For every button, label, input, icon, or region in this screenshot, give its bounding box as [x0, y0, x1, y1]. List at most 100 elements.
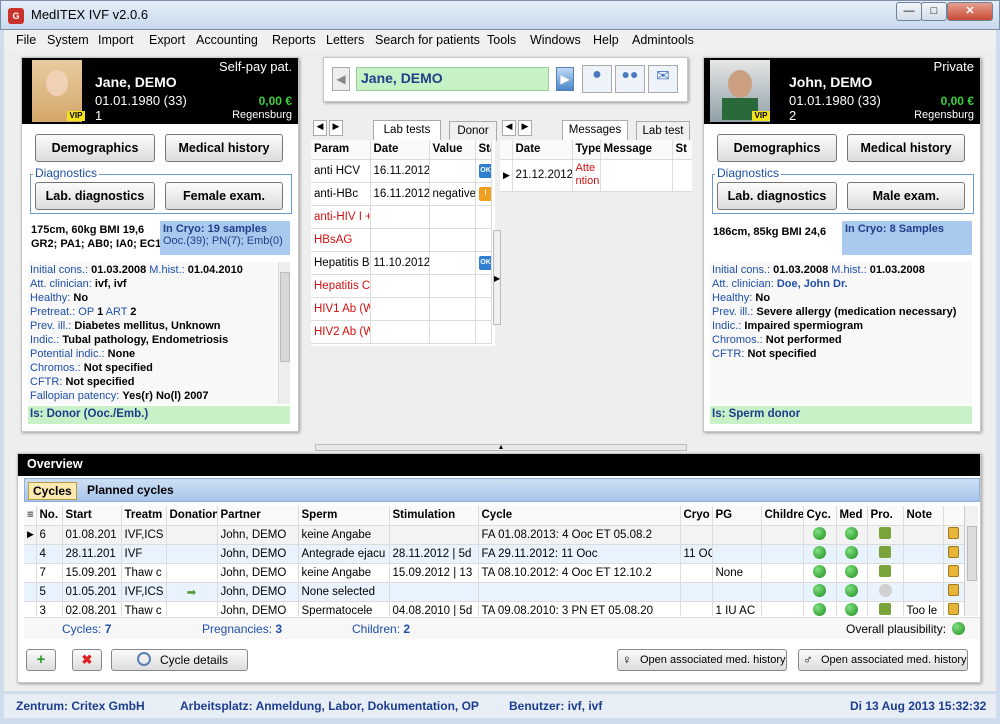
female-exam-button[interactable]: Female exam.	[165, 182, 283, 210]
grid-options-icon[interactable]: ≡	[24, 506, 37, 526]
menu-reports[interactable]: Reports	[272, 33, 316, 47]
cycle-lock[interactable]	[943, 544, 964, 564]
menu-export[interactable]: Export	[149, 33, 185, 47]
delete-cycle-button[interactable]: ✖	[72, 649, 102, 671]
menu-windows[interactable]: Windows	[530, 33, 581, 47]
close-button[interactable]: ✕	[947, 2, 993, 21]
male-exam-button[interactable]: Male exam.	[847, 182, 965, 210]
msg-tab-scroll-left[interactable]: ◀	[502, 120, 516, 136]
lab-row[interactable]: anti HCV 16.11.2012 OK	[311, 159, 492, 183]
menu-system[interactable]: System	[47, 33, 89, 47]
minimize-button[interactable]: —	[896, 2, 922, 21]
maximize-button[interactable]: □	[921, 2, 947, 21]
next-patient-button[interactable]: ▶	[556, 67, 574, 91]
splitter-handle[interactable]: ▶	[493, 230, 501, 325]
lock-icon[interactable]	[948, 565, 959, 577]
menu-letters[interactable]: Letters	[326, 33, 364, 47]
lab-row[interactable]: HIV2 Ab (W	[311, 320, 492, 344]
menu-file[interactable]: File	[16, 33, 36, 47]
cycle-header-cryo[interactable]: Cryo	[680, 506, 713, 526]
cycle-row[interactable]: 5 01.05.201 IVF,ICS ➡ John, DEMO None selecte…	[24, 582, 964, 602]
cycle-details-button[interactable]: Cycle details	[111, 649, 248, 671]
cycle-row[interactable]: 7 15.09.201 Thaw c John, DEMO keine Angabe 15…	[24, 563, 964, 583]
menu-tools[interactable]: Tools	[487, 33, 516, 47]
lab-row[interactable]: anti-HIV I +	[311, 205, 492, 229]
cycle-header-treatm[interactable]: Treatm	[121, 506, 167, 526]
medical-history-button[interactable]: Medical history	[165, 134, 283, 162]
cycle-row[interactable]: 3 02.08.201 Thaw c John, DEMO Spermatocele 04…	[24, 601, 964, 616]
cycle-header-med[interactable]: Med	[836, 506, 868, 526]
msg-header-type[interactable]: Type	[572, 140, 601, 160]
cycle-lock[interactable]	[943, 582, 964, 602]
lab-header-status[interactable]: Sta	[475, 140, 492, 160]
cycle-header-no[interactable]: No.	[36, 506, 63, 526]
lab-diagnostics-button[interactable]: Lab. diagnostics	[35, 182, 155, 210]
tab-donor[interactable]: Donor	[449, 121, 497, 141]
msg-header-date[interactable]: Date	[512, 140, 573, 160]
cycle-row[interactable]: 4 28.11.201 IVF John, DEMO Antegrade ejacu 28…	[24, 544, 964, 564]
prev-patient-button[interactable]: ◀	[332, 67, 350, 91]
msg-header-status[interactable]: St	[672, 140, 692, 160]
lab-row[interactable]: HIV1 Ab (W	[311, 297, 492, 321]
msg-tab-scroll-right[interactable]: ▶	[518, 120, 532, 136]
cycle-header-stimulation[interactable]: Stimulation	[389, 506, 479, 526]
tab-cycles[interactable]: Cycles	[28, 482, 77, 500]
demographics-button[interactable]: Demographics	[717, 134, 837, 162]
lab-header-date[interactable]: Date	[370, 140, 430, 160]
menu-help[interactable]: Help	[593, 33, 619, 47]
menu-accounting[interactable]: Accounting	[196, 33, 258, 47]
cycle-header-lock[interactable]	[943, 506, 964, 526]
cycle-header-donation[interactable]: Donation	[166, 506, 218, 526]
msg-header-message[interactable]: Message	[600, 140, 673, 160]
lab-row[interactable]: Hepatitis C	[311, 274, 492, 298]
lab-row[interactable]: Hepatitis B 11.10.2012 OK	[311, 251, 492, 275]
lab-row[interactable]: anti-HBc 16.11.2012 negative!	[311, 182, 492, 206]
menu-admintools[interactable]: Admintools	[632, 33, 694, 47]
lock-icon[interactable]	[948, 527, 959, 539]
row-indicator	[24, 582, 37, 602]
cycle-lock[interactable]	[943, 525, 964, 545]
menu-import[interactable]: Import	[98, 33, 133, 47]
couple-icon[interactable]: ●●	[615, 65, 645, 93]
demographics-button[interactable]: Demographics	[35, 134, 155, 162]
lab-diagnostics-button[interactable]: Lab. diagnostics	[717, 182, 837, 210]
tab-scroll-right[interactable]: ▶	[329, 120, 343, 136]
cycle-header-note[interactable]: Note	[903, 506, 944, 526]
horizontal-splitter[interactable]: ▲	[315, 444, 687, 451]
details-scrollbar[interactable]	[278, 262, 290, 404]
current-patient-field[interactable]: Jane, DEMO	[356, 67, 549, 91]
cycle-header-cyc[interactable]: Cyc.	[803, 506, 837, 526]
cycle-header-sperm[interactable]: Sperm	[298, 506, 390, 526]
cycles-scrollbar[interactable]	[964, 506, 978, 616]
mail-icon[interactable]: ✉	[648, 65, 678, 93]
lab-status: !	[475, 182, 492, 206]
lab-header-value[interactable]: Value	[429, 140, 476, 160]
cycle-row[interactable]: ▶ 6 01.08.201 IVF,ICS John, DEMO keine Angabe…	[24, 525, 964, 545]
single-patient-icon[interactable]: ●	[582, 65, 612, 93]
cycle-lock[interactable]	[943, 601, 964, 616]
cycle-header-pg[interactable]: PG	[712, 506, 762, 526]
cycle-header-childre[interactable]: Childre	[761, 506, 804, 526]
menu-search-for-patients[interactable]: Search for patients	[375, 33, 480, 47]
detail-line: Healthy: No	[712, 292, 970, 306]
open-male-history-button[interactable]: ♂ Open associated med. history	[798, 649, 968, 671]
message-row[interactable]: ▶ 21.12.2012 Atte ntion	[500, 159, 692, 192]
tab-lab-test[interactable]: Lab test	[636, 121, 690, 141]
lock-icon[interactable]	[948, 584, 959, 596]
medical-history-button[interactable]: Medical history	[847, 134, 965, 162]
tab-scroll-left[interactable]: ◀	[313, 120, 327, 136]
cycle-lock[interactable]	[943, 563, 964, 583]
cycle-header-partner[interactable]: Partner	[217, 506, 299, 526]
cycle-header-pro[interactable]: Pro.	[867, 506, 904, 526]
open-female-history-button[interactable]: ♀ Open associated med. history	[617, 649, 787, 671]
lab-row[interactable]: HBsAG	[311, 228, 492, 252]
tab-messages[interactable]: Messages	[562, 120, 628, 140]
cycle-header-start[interactable]: Start	[62, 506, 122, 526]
lock-icon[interactable]	[948, 603, 959, 615]
lock-icon[interactable]	[948, 546, 959, 558]
cycle-header-cycle[interactable]: Cycle	[478, 506, 681, 526]
tab-lab-tests[interactable]: Lab tests	[373, 120, 441, 140]
lab-header-param[interactable]: Param	[311, 140, 371, 160]
tab-planned-cycles[interactable]: Planned cycles	[83, 482, 178, 500]
add-cycle-button[interactable]: +	[26, 649, 56, 671]
